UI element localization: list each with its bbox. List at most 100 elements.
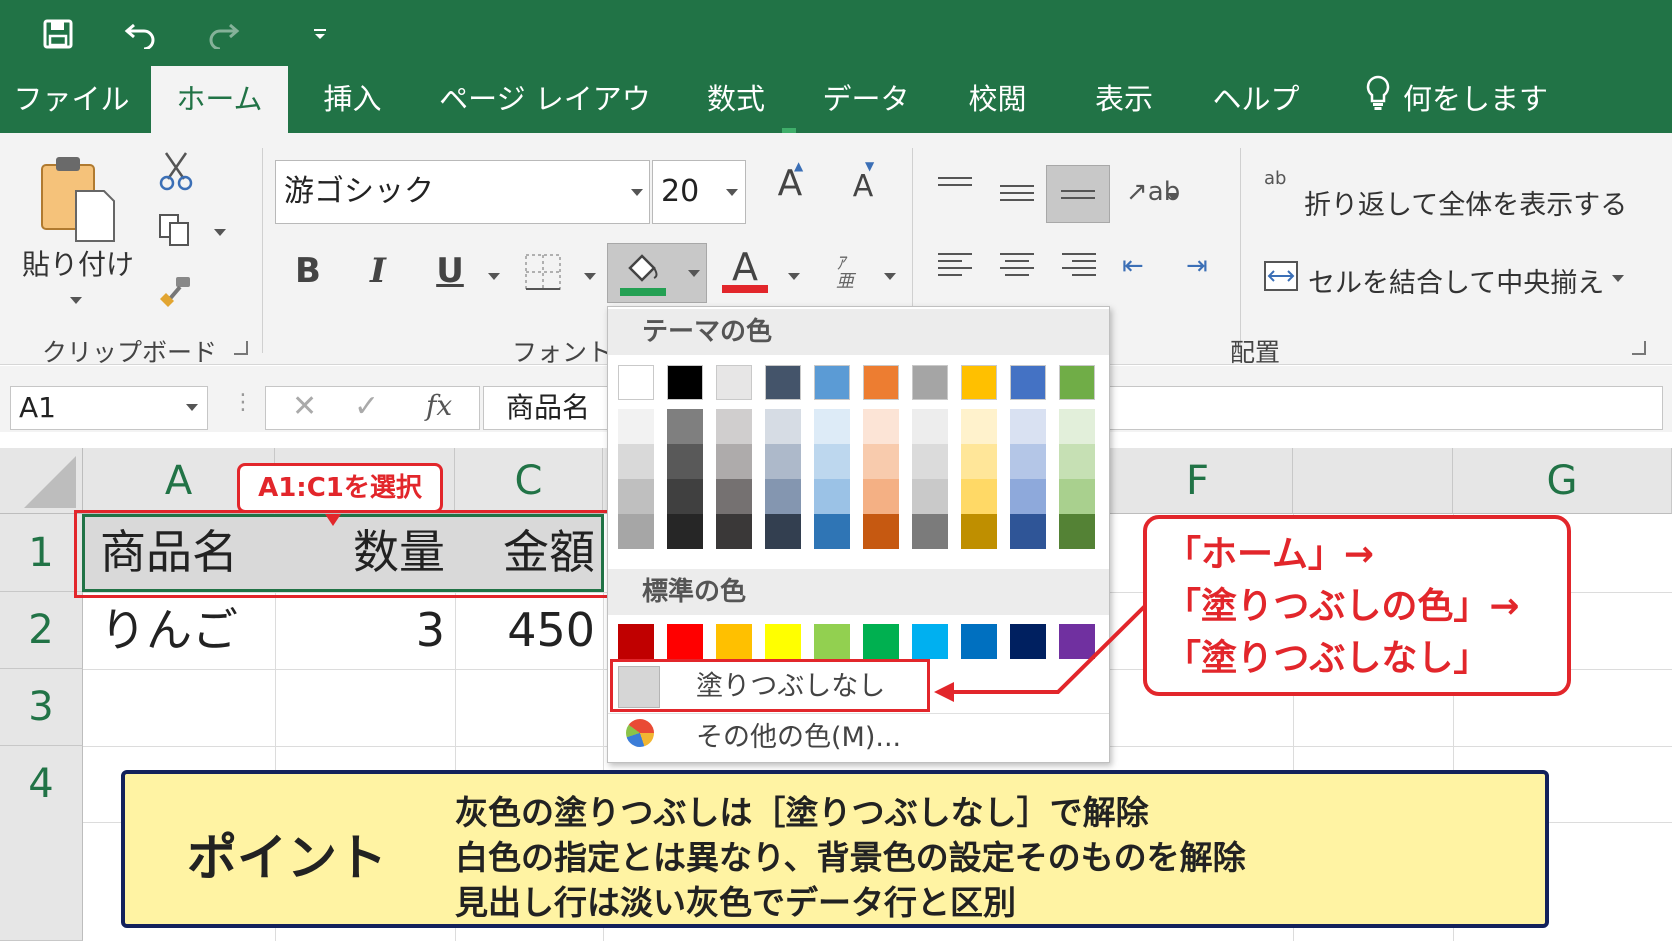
cancel-icon[interactable]: ✕	[292, 389, 317, 424]
increase-indent-icon[interactable]: ⇥	[1186, 251, 1208, 281]
merge-center-button[interactable]: セルを結合して中央揃え	[1308, 261, 1604, 300]
theme-color-swatch[interactable]	[961, 365, 997, 400]
theme-shade-swatch[interactable]	[716, 409, 752, 444]
standard-color-swatch[interactable]	[667, 624, 703, 659]
theme-color-swatch[interactable]	[863, 365, 899, 400]
theme-shade-swatch[interactable]	[961, 409, 997, 444]
theme-shade-swatch[interactable]	[863, 444, 899, 479]
theme-shade-swatch[interactable]	[618, 409, 654, 444]
align-top-icon[interactable]	[938, 177, 972, 203]
standard-color-swatch[interactable]	[716, 624, 752, 659]
tab-formulas[interactable]: 数式	[690, 66, 782, 133]
underline-dropdown-icon[interactable]	[488, 273, 500, 280]
theme-shade-swatch[interactable]	[765, 479, 801, 514]
paste-dropdown-icon[interactable]	[70, 297, 82, 304]
shrink-font-button[interactable]: A	[845, 169, 881, 204]
tab-data[interactable]: データ	[815, 66, 917, 133]
theme-shade-swatch[interactable]	[912, 514, 948, 549]
undo-icon[interactable]	[118, 12, 164, 56]
theme-shade-swatch[interactable]	[863, 409, 899, 444]
bold-button[interactable]: B	[290, 251, 326, 291]
row-header-4[interactable]: 4	[0, 746, 83, 941]
decrease-indent-icon[interactable]: ⇤	[1122, 251, 1144, 281]
theme-color-swatch[interactable]	[667, 365, 703, 400]
theme-shade-swatch[interactable]	[912, 479, 948, 514]
cell-b2[interactable]: 3	[275, 592, 445, 668]
standard-color-swatch[interactable]	[863, 624, 899, 659]
theme-shade-swatch[interactable]	[1059, 444, 1095, 479]
theme-shade-swatch[interactable]	[814, 444, 850, 479]
theme-shade-swatch[interactable]	[1010, 514, 1046, 549]
insert-function-button[interactable]: fx	[426, 389, 452, 422]
copy-icon[interactable]	[158, 213, 192, 251]
formula-bar-splitter-icon[interactable]: ⋮	[232, 390, 254, 415]
tab-view[interactable]: 表示	[1075, 66, 1173, 133]
border-icon[interactable]	[524, 253, 562, 295]
name-box[interactable]: A1	[10, 386, 208, 430]
theme-color-swatch[interactable]	[1059, 365, 1095, 400]
clipboard-launcher-icon[interactable]	[234, 341, 248, 355]
font-color-dropdown-icon[interactable]	[788, 273, 800, 280]
tab-file[interactable]: ファイル	[0, 66, 143, 133]
wrap-text-button[interactable]: 折り返して全体を表示する	[1304, 183, 1627, 222]
fill-color-button[interactable]	[607, 243, 707, 303]
standard-color-swatch[interactable]	[814, 624, 850, 659]
tab-insert[interactable]: 挿入	[300, 66, 405, 133]
theme-shade-swatch[interactable]	[1010, 409, 1046, 444]
cell-a2[interactable]: りんご	[100, 592, 238, 668]
column-header-g[interactable]: G	[1453, 448, 1672, 514]
row-header-2[interactable]: 2	[0, 592, 83, 669]
theme-shade-swatch[interactable]	[961, 514, 997, 549]
font-name-dropdown[interactable]: 游ゴシック	[275, 160, 650, 224]
theme-color-swatch[interactable]	[814, 365, 850, 400]
theme-shade-swatch[interactable]	[1010, 479, 1046, 514]
standard-color-swatch[interactable]	[618, 624, 654, 659]
customize-icon[interactable]	[300, 12, 340, 56]
theme-color-swatch[interactable]	[765, 365, 801, 400]
theme-shade-swatch[interactable]	[814, 479, 850, 514]
tell-me-search[interactable]: 何をしますか	[1365, 66, 1565, 185]
font-name-caret-icon[interactable]	[631, 189, 643, 196]
theme-shade-swatch[interactable]	[765, 409, 801, 444]
border-dropdown-icon[interactable]	[584, 273, 596, 280]
theme-shade-swatch[interactable]	[1059, 409, 1095, 444]
tab-home[interactable]: ホーム	[151, 66, 288, 133]
theme-shade-swatch[interactable]	[1010, 444, 1046, 479]
theme-shade-swatch[interactable]	[716, 514, 752, 549]
cell-c1[interactable]: 金額	[455, 514, 595, 590]
cut-icon[interactable]	[158, 151, 194, 195]
theme-shade-swatch[interactable]	[863, 479, 899, 514]
align-middle-icon[interactable]	[1000, 185, 1034, 211]
theme-shade-swatch[interactable]	[618, 514, 654, 549]
theme-shade-swatch[interactable]	[765, 444, 801, 479]
theme-shade-swatch[interactable]	[961, 444, 997, 479]
cell-b1[interactable]: 数量	[275, 514, 445, 590]
font-size-caret-icon[interactable]	[726, 189, 738, 196]
orientation-icon[interactable]: ↗ab	[1126, 177, 1180, 207]
paste-label[interactable]: 貼り付け	[22, 243, 134, 283]
tab-page-layout[interactable]: ページ レイアウト	[430, 66, 660, 183]
copy-dropdown-icon[interactable]	[214, 229, 226, 236]
theme-shade-swatch[interactable]	[618, 479, 654, 514]
align-left-icon[interactable]	[938, 253, 972, 279]
cell-a1[interactable]: 商品名	[100, 514, 238, 590]
column-header-c[interactable]: C	[455, 448, 603, 514]
theme-color-swatch[interactable]	[1010, 365, 1046, 400]
theme-shade-swatch[interactable]	[814, 514, 850, 549]
theme-shade-swatch[interactable]	[716, 444, 752, 479]
tab-review[interactable]: 校閲	[950, 66, 1045, 133]
tab-help[interactable]: ヘルプ	[1203, 66, 1309, 133]
theme-shade-swatch[interactable]	[912, 444, 948, 479]
theme-shade-swatch[interactable]	[961, 479, 997, 514]
enter-icon[interactable]: ✓	[354, 389, 379, 424]
alignment-launcher-icon[interactable]	[1632, 341, 1646, 355]
theme-shade-swatch[interactable]	[814, 409, 850, 444]
theme-shade-swatch[interactable]	[667, 479, 703, 514]
theme-shade-swatch[interactable]	[863, 514, 899, 549]
phonetic-guide-icon[interactable]: ｱ亜	[836, 255, 854, 291]
theme-shade-swatch[interactable]	[618, 444, 654, 479]
fill-color-dropdown-icon[interactable]	[688, 270, 700, 277]
theme-color-swatch[interactable]	[716, 365, 752, 400]
merge-dropdown-icon[interactable]	[1612, 275, 1624, 282]
underline-button[interactable]: U	[432, 251, 468, 291]
